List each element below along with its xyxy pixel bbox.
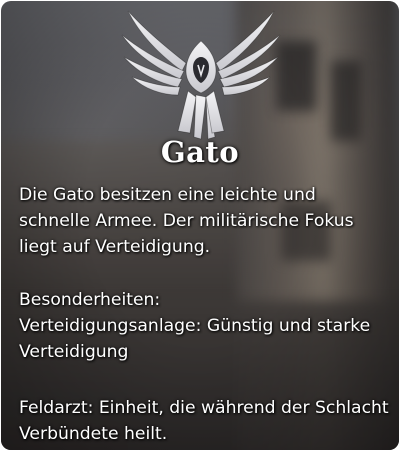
faction-description: Die Gato besitzen eine leichte und schne…	[19, 185, 354, 257]
specials-heading: Besonderheiten:	[19, 290, 161, 310]
faction-info-card: Gato Die Gato besitzen eine leichte und …	[1, 1, 399, 450]
faction-title: Gato	[160, 135, 240, 169]
winged-shield-emblem-icon	[121, 10, 281, 140]
special-item-field-medic: Feldarzt: Einheit, die während der Schla…	[19, 398, 389, 444]
special-item-defense: Verteidigungsanlage: Günstig und starke …	[19, 316, 371, 362]
